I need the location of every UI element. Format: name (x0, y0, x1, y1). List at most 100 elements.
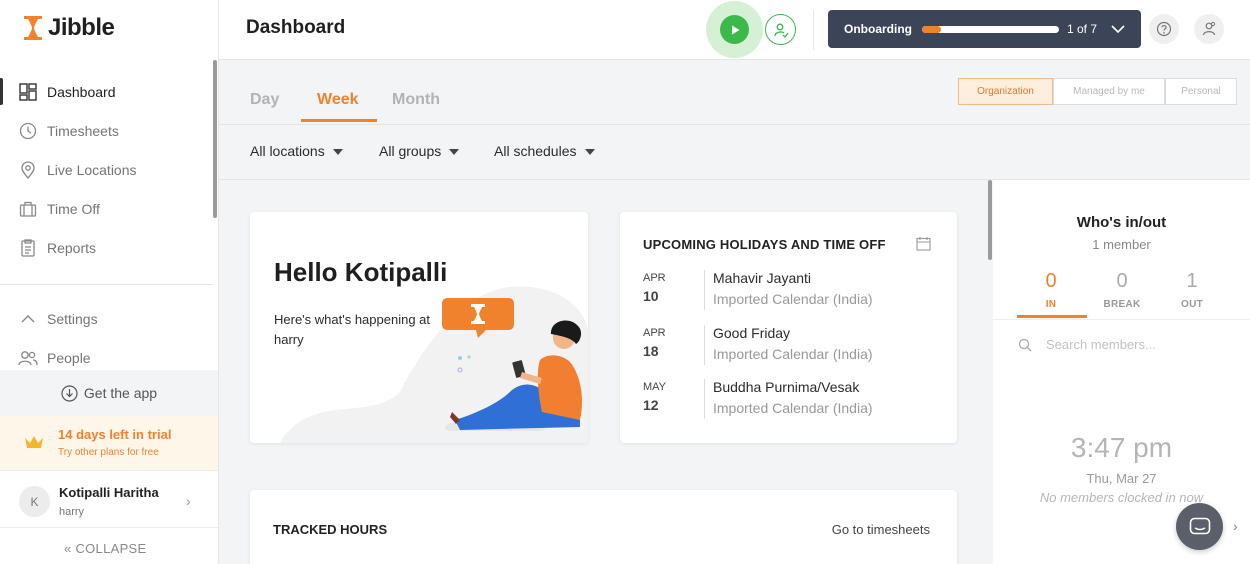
collapse-label: COLLAPSE (75, 541, 147, 556)
trial-banner[interactable]: 14 days left in trial Try other plans fo… (0, 416, 218, 470)
get-the-app-button[interactable]: Get the app (0, 370, 218, 416)
sidebar-item-time-off[interactable]: Time Off (0, 189, 219, 228)
stat-value: 0 (1045, 270, 1057, 292)
tab-day[interactable]: Day (250, 91, 279, 109)
holiday-item[interactable]: APR 18 Good Friday Imported Calendar (In… (643, 325, 943, 367)
active-stat-underline (1017, 315, 1087, 318)
current-date: Thu, Mar 27 (1086, 471, 1157, 486)
active-tab-underline (301, 119, 377, 122)
chevron-down-icon (1111, 25, 1125, 34)
sidebar-item-label: Time Off (47, 200, 100, 217)
sidebar-item-live-locations[interactable]: Live Locations (0, 150, 219, 189)
clock-in-play-button[interactable] (720, 15, 749, 44)
groups-filter[interactable]: All groups (379, 143, 460, 159)
holiday-calendar: Imported Calendar (India) (713, 346, 873, 362)
tab-month[interactable]: Month (392, 91, 440, 109)
play-icon (731, 25, 739, 34)
chat-support-button[interactable] (1176, 503, 1223, 550)
person-clock-icon (773, 23, 789, 38)
location-pin-icon (18, 160, 38, 180)
calendar-icon[interactable] (916, 236, 931, 251)
search-placeholder: Search members... (1046, 337, 1156, 352)
main-scrollbar[interactable] (988, 180, 992, 260)
go-to-timesheets-link[interactable]: Go to timesheets (832, 522, 930, 537)
period-tabs-bar: Day Week Month Organization Managed by m… (219, 61, 1250, 125)
crown-icon (25, 436, 43, 448)
trial-title: 14 days left in trial (58, 427, 172, 442)
holidays-title: UPCOMING HOLIDAYS AND TIME OFF (643, 237, 886, 252)
double-chevron-left-icon: « (64, 541, 72, 556)
sidebar-item-settings[interactable]: Settings (0, 299, 219, 338)
current-time: 3:47 pm (1070, 432, 1173, 463)
upcoming-holidays-card: UPCOMING HOLIDAYS AND TIME OFF APR 10 Ma… (620, 212, 957, 443)
collapse-button[interactable]: « COLLAPSE (64, 541, 147, 556)
user-profile[interactable]: K Kotipalli Haritha harry › (0, 470, 218, 528)
onboarding-progress-button[interactable]: Onboarding 1 of 7 (828, 10, 1141, 48)
chevron-right-icon[interactable]: › (1233, 518, 1238, 534)
sidebar-item-label: Dashboard (47, 83, 116, 100)
stat-label: IN (1045, 299, 1057, 310)
sidebar-item-timesheets[interactable]: Timesheets (0, 111, 219, 150)
holiday-item[interactable]: APR 10 Mahavir Jayanti Imported Calendar… (643, 270, 943, 312)
chat-icon (1189, 517, 1210, 534)
help-button[interactable] (1149, 14, 1179, 44)
holiday-month: APR (643, 327, 666, 339)
stat-label: OUT (1180, 299, 1203, 310)
search-icon (1018, 338, 1032, 351)
tab-week[interactable]: Week (317, 91, 359, 109)
scope-managed-by-me[interactable]: Managed by me (1053, 78, 1165, 105)
people-icon (18, 348, 38, 368)
chevron-up-icon (18, 309, 38, 329)
schedules-filter[interactable]: All schedules (494, 143, 595, 159)
sidebar-scrollbar[interactable] (213, 60, 217, 218)
account-button[interactable] (1194, 14, 1224, 44)
holiday-name: Buddha Purnima/Vesak (713, 379, 860, 395)
jibble-logo[interactable]: Jibble (22, 14, 115, 42)
avatar: K (19, 486, 50, 517)
stat-value: 1 (1186, 270, 1198, 292)
holiday-item[interactable]: MAY 12 Buddha Purnima/Vesak Imported Cal… (643, 379, 943, 421)
onboarding-progress-bar (922, 25, 1059, 33)
trial-subtitle[interactable]: Try other plans for free (58, 447, 159, 458)
report-icon (18, 238, 38, 258)
member-count: 1 member (1092, 237, 1151, 252)
self-check-button[interactable] (765, 14, 796, 45)
suitcase-icon (18, 199, 38, 219)
holiday-calendar: Imported Calendar (India) (713, 291, 873, 307)
logo-text: Jibble (48, 14, 115, 41)
scope-organization[interactable]: Organization (958, 78, 1053, 105)
holiday-name: Mahavir Jayanti (713, 270, 812, 286)
sidebar-item-label: Live Locations (47, 161, 137, 178)
sidebar-item-label: Settings (47, 310, 98, 327)
holiday-separator (704, 325, 705, 365)
download-icon (61, 384, 78, 402)
header-divider (813, 10, 814, 50)
stat-out-tab[interactable]: 1 OUT (1162, 270, 1222, 310)
holiday-separator (704, 270, 705, 310)
sidebar-item-dashboard[interactable]: Dashboard (0, 72, 219, 111)
user-name: Kotipalli Haritha (59, 485, 159, 500)
sidebar-divider (0, 284, 213, 285)
filter-label: All groups (379, 143, 442, 159)
locations-filter[interactable]: All locations (250, 143, 343, 159)
clock-icon (18, 121, 38, 141)
onboarding-label: Onboarding (844, 22, 912, 36)
sidebar-item-label: Reports (47, 239, 97, 256)
stat-break-tab[interactable]: 0 BREAK (1092, 270, 1152, 310)
caret-down-icon (449, 149, 460, 155)
hourglass-logo-icon (24, 16, 42, 40)
sidebar-item-reports[interactable]: Reports (0, 228, 219, 267)
holiday-name: Good Friday (713, 325, 791, 341)
user-settings-icon (1202, 21, 1216, 36)
dashboard-icon (18, 82, 38, 102)
sidebar-secondary-nav: Settings People (0, 299, 219, 377)
search-members-input[interactable]: Search members... (1018, 337, 1156, 352)
welcome-illustration (280, 286, 588, 443)
holiday-day: 12 (643, 397, 659, 413)
stat-in-tab[interactable]: 0 IN (1021, 270, 1081, 310)
stat-value: 0 (1116, 270, 1128, 292)
scope-personal[interactable]: Personal (1165, 78, 1237, 105)
holiday-day: 18 (643, 343, 659, 359)
empty-state-message: No members clocked in now (1039, 490, 1204, 505)
sidebar-nav: Dashboard Timesheets Live Locations Time… (0, 72, 219, 267)
